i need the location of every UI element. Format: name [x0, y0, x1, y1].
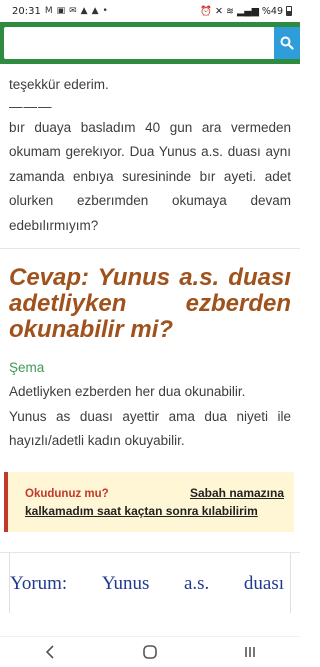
- recents-button[interactable]: [220, 637, 280, 667]
- gallery-icon: ▣: [56, 6, 66, 16]
- status-bar: 20:31 M ▣ ✉ ▲ ▲ • ⏰ ✕ ≋ ▂▄▆ %49: [0, 0, 300, 22]
- read-also-link-part-1[interactable]: Sabah namazına: [190, 486, 284, 500]
- comment-heading-word-1: Yorum:: [10, 572, 68, 594]
- read-also-label: Okudunuz mu?: [25, 487, 109, 500]
- article-content: teşekkür ederim. ——— bır duaya basladım …: [0, 64, 300, 636]
- read-also-link-part-2[interactable]: kalkamadım saat kaçtan sonra kılabilirim: [25, 504, 284, 518]
- status-left: 20:31 M ▣ ✉ ▲ ▲ •: [12, 6, 108, 17]
- wifi-icon: ≋: [225, 5, 234, 17]
- battery-icon: [286, 6, 292, 16]
- divider-text: ———: [9, 98, 53, 114]
- home-button[interactable]: [120, 637, 180, 667]
- intro-text: teşekkür ederim.: [9, 77, 109, 92]
- status-right: ⏰ ✕ ≋ ▂▄▆ %49: [200, 6, 292, 17]
- comment-heading-word-4: duası: [243, 572, 284, 594]
- read-also-box: Okudunuz mu? Sabah namazına kalkamadım s…: [4, 471, 294, 532]
- bell-icon: ▲: [91, 6, 99, 16]
- comment-heading-word-2: Yunus: [101, 572, 150, 594]
- bell-icon: ▲: [80, 6, 88, 16]
- answer-line-1: Adetliyken ezberden her dua okunabilir.: [9, 384, 246, 399]
- navigation-bar: [0, 636, 300, 667]
- search-input[interactable]: [4, 27, 274, 59]
- dot-icon: •: [102, 6, 108, 16]
- search-icon: [280, 36, 294, 50]
- back-icon: [45, 645, 54, 659]
- comment-heading-word-3: a.s.: [183, 572, 210, 594]
- answer-heading: Cevap: Yunus a.s. duası adetliyken ezber…: [9, 264, 291, 343]
- search-header: [0, 22, 300, 64]
- question-text: bır duaya basladım 40 gun ara vermeden o…: [9, 119, 291, 233]
- recents-icon: [245, 647, 255, 657]
- signal-icon: ▂▄▆: [236, 5, 259, 17]
- battery-percent: %49: [261, 5, 283, 17]
- back-button[interactable]: [20, 637, 80, 667]
- mute-icon: ✕: [215, 5, 223, 17]
- alarm-icon: ⏰: [200, 5, 213, 17]
- m-icon: M: [44, 6, 53, 16]
- comment-box: Yorum: Yunus a.s. duası: [9, 552, 291, 613]
- home-icon: [143, 645, 157, 659]
- author-name[interactable]: Şema: [9, 359, 291, 377]
- search-button[interactable]: [274, 27, 300, 59]
- answer-line-2: Yunus as duası ayettir ama dua niyeti il…: [9, 408, 291, 449]
- section-divider: [0, 248, 300, 249]
- status-time: 20:31: [12, 5, 41, 17]
- comment-heading: Yorum: Yunus a.s. duası: [10, 573, 284, 595]
- mail-icon: ✉: [69, 6, 77, 16]
